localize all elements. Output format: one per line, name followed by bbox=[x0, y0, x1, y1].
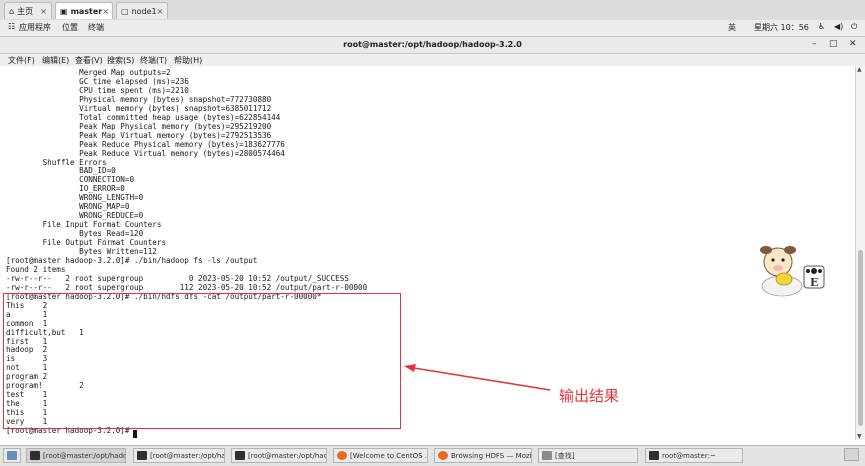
annotation-arrow bbox=[404, 364, 551, 391]
taskbar-item[interactable]: [查找] bbox=[538, 448, 638, 463]
taskbar-item-label: Browsing HDFS — Mozil... bbox=[451, 451, 532, 460]
apps-icon: ☷ bbox=[8, 22, 16, 31]
tab-label: 主页 bbox=[17, 6, 34, 16]
page-icon: ▢ bbox=[121, 6, 129, 16]
tab-home[interactable]: ⌂ 主页 × bbox=[4, 2, 52, 19]
clock[interactable]: 星期六 10：56 bbox=[754, 22, 809, 33]
taskbar-item-label: [查找] bbox=[555, 451, 575, 460]
close-icon[interactable]: ✕ bbox=[849, 39, 857, 49]
terminal-cursor bbox=[133, 430, 137, 438]
terminal-icon bbox=[137, 451, 147, 460]
close-icon[interactable]: × bbox=[157, 7, 164, 16]
tab-node1[interactable]: ▢ node1 × bbox=[116, 2, 168, 19]
terminal-line: Virtual memory (bytes) snapshot=63850117… bbox=[6, 103, 272, 113]
terminal-line: Peak Reduce Physical memory (bytes)=1836… bbox=[6, 139, 285, 149]
tab-label: node1 bbox=[131, 6, 157, 16]
menu-search[interactable]: 搜索(S) bbox=[107, 55, 134, 66]
terminal-menu-bar: 文件(F) 编辑(E) 查看(V) 搜索(S) 终端(T) 帮助(H) bbox=[0, 54, 865, 66]
taskbar-item-label: [root@master:/opt/hado... bbox=[248, 451, 327, 460]
workspace-switcher[interactable] bbox=[844, 448, 859, 461]
terminal-icon bbox=[235, 451, 245, 460]
scrollbar-thumb[interactable] bbox=[858, 250, 863, 426]
taskbar-item-label: root@master:~ bbox=[662, 451, 716, 460]
window-title-bar: root@master:/opt/hadoop/hadoop-3.2.0 – □… bbox=[0, 37, 865, 54]
terminal-line: Bytes Read=120 bbox=[6, 229, 144, 239]
scroll-down-icon[interactable]: ▼ bbox=[857, 433, 862, 440]
menu-places[interactable]: 位置 bbox=[62, 22, 78, 33]
output-highlight-box bbox=[3, 293, 401, 429]
tab-label: master bbox=[70, 6, 103, 16]
tab-master[interactable]: ▣ master × bbox=[55, 2, 113, 19]
close-icon[interactable]: × bbox=[40, 7, 47, 16]
minimize-icon[interactable]: – bbox=[812, 39, 817, 49]
taskbar-item[interactable]: [root@master:/opt/hado... bbox=[133, 448, 225, 463]
taskbar: [root@master:/opt/hado... [root@master:/o… bbox=[0, 445, 865, 466]
maximize-icon[interactable]: □ bbox=[829, 39, 838, 49]
terminal-line: Found 2 items bbox=[6, 264, 66, 274]
annotation-label: 输出结果 bbox=[559, 387, 620, 405]
menu-edit[interactable]: 编辑(E) bbox=[42, 55, 69, 66]
terminal-line: Peak Map Virtual memory (bytes)=27925135… bbox=[6, 130, 272, 140]
terminal-line: Total committed heap usage (bytes)=62285… bbox=[6, 112, 281, 122]
close-icon[interactable]: × bbox=[102, 7, 109, 16]
desktop-icon bbox=[7, 451, 17, 460]
terminal-icon bbox=[30, 451, 40, 460]
terminal-line: WRONG_MAP=0 bbox=[6, 202, 130, 212]
window-title: root@master:/opt/hadoop/hadoop-3.2.0 bbox=[343, 40, 522, 49]
terminal-line: -rw-r--r-- 2 root supergroup 0 2023-05-2… bbox=[6, 273, 349, 283]
terminal-icon bbox=[649, 451, 659, 460]
terminal-line: GC time elapsed (ms)=236 bbox=[6, 76, 189, 86]
taskbar-item-label: [root@master:/opt/hado... bbox=[43, 451, 126, 460]
taskbar-item[interactable]: Browsing HDFS — Mozil... bbox=[434, 448, 532, 463]
search-icon bbox=[542, 451, 552, 460]
terminal-line: [root@master hadoop-3.2.0]# ./bin/hadoop… bbox=[6, 255, 258, 265]
scroll-up-icon[interactable]: ▲ bbox=[857, 66, 862, 73]
menu-view[interactable]: 查看(V) bbox=[75, 55, 103, 66]
terminal-line: File Input Format Counters bbox=[6, 220, 162, 230]
firefox-icon bbox=[337, 451, 347, 460]
svg-text:E: E bbox=[810, 276, 818, 289]
power-icon[interactable]: ⏻ bbox=[851, 22, 857, 32]
terminal-line: Bytes Written=112 bbox=[6, 247, 157, 256]
terminal-line: Physical memory (bytes) snapshot=7727308… bbox=[6, 94, 272, 104]
terminal-line: -rw-r--r-- 2 root supergroup 112 2023-05… bbox=[6, 282, 368, 292]
taskbar-item[interactable]: [root@master:/opt/hado... bbox=[26, 448, 126, 463]
accessibility-icon[interactable]: ♿ bbox=[818, 22, 825, 31]
browser-tab-bar: ⌂ 主页 × ▣ master × ▢ node1 × bbox=[0, 0, 865, 21]
system-top-bar: ☷ 应用程序 位置 终端 英 星期六 10：56 ♿ ◀) ⏻ bbox=[0, 20, 865, 37]
terminal-line: BAD_ID=0 bbox=[6, 166, 116, 176]
taskbar-item[interactable]: [Welcome to CentOS ... bbox=[333, 448, 428, 463]
terminal-line: Peak Reduce Virtual memory (bytes)=28005… bbox=[6, 148, 285, 158]
terminal-scrollbar[interactable]: ▲ ▼ bbox=[855, 66, 865, 440]
firefox-icon bbox=[438, 451, 448, 460]
menu-help[interactable]: 帮助(H) bbox=[174, 55, 202, 66]
terminal-line: IO_ERROR=0 bbox=[6, 184, 125, 194]
menu-applications[interactable]: 应用程序 bbox=[19, 22, 51, 33]
terminal-line: Shuffle Errors bbox=[6, 157, 107, 167]
terminal-line: Merged Map outputs=2 bbox=[6, 68, 171, 77]
cow-mascot-sticker: E bbox=[760, 246, 825, 297]
taskbar-item[interactable]: root@master:~ bbox=[645, 448, 743, 463]
taskbar-item-label: [root@master:/opt/hado... bbox=[150, 451, 224, 460]
terminal-line: WRONG_LENGTH=0 bbox=[6, 193, 144, 203]
terminal-line: File Output Format Counters bbox=[6, 238, 167, 248]
terminal-line: WRONG_REDUCE=0 bbox=[6, 211, 144, 221]
menu-terminal-menu[interactable]: 终端(T) bbox=[140, 55, 167, 66]
input-method-indicator[interactable]: 英 bbox=[728, 22, 736, 33]
show-desktop-button[interactable] bbox=[3, 448, 21, 463]
terminal-line: Peak Map Physical memory (bytes)=2952192… bbox=[6, 121, 272, 131]
menu-terminal[interactable]: 终端 bbox=[88, 22, 104, 33]
taskbar-item[interactable]: [root@master:/opt/hado... bbox=[231, 448, 327, 463]
terminal-line: CONNECTION=0 bbox=[6, 175, 135, 185]
volume-icon[interactable]: ◀) bbox=[834, 22, 843, 31]
home-icon: ⌂ bbox=[9, 6, 15, 16]
menu-file[interactable]: 文件(F) bbox=[8, 55, 35, 66]
taskbar-item-label: [Welcome to CentOS ... bbox=[350, 451, 428, 460]
computer-icon: ▣ bbox=[60, 6, 68, 16]
terminal-line: CPU time spent (ms)=2210 bbox=[6, 85, 189, 95]
